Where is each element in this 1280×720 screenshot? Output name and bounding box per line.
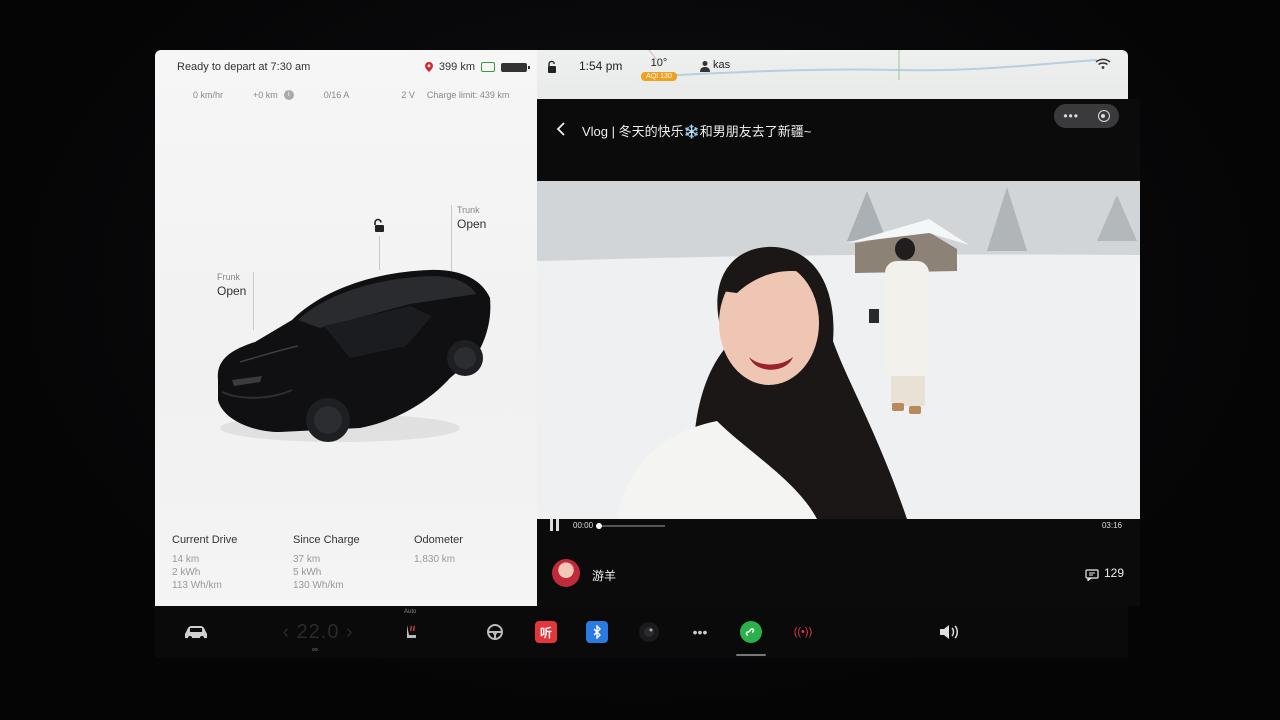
auto-label: Auto <box>404 609 417 615</box>
current-time: 00:00 <box>573 521 594 530</box>
wechat-tile <box>740 621 762 643</box>
more-apps-icon[interactable]: ••• <box>689 622 711 642</box>
trip-distance: 37 km <box>293 554 321 565</box>
app-header: Vlog | 冬天的快乐❄️和男朋友去了新疆~ ••• <box>537 99 1140 181</box>
video-miniprogram: Vlog | 冬天的快乐❄️和男朋友去了新疆~ ••• 00:00 03:16 … <box>537 99 1140 606</box>
trip-odometer[interactable]: Odometer 1,830 km <box>414 528 535 606</box>
author-name[interactable]: 游羊 <box>592 567 616 584</box>
trip-distance: 1,830 km <box>414 554 456 565</box>
trip-energy: 2 kWh <box>172 567 201 578</box>
trip-since-charge[interactable]: Since Charge 37 km 5 kWh 130 Wh/km <box>293 528 414 606</box>
back-arrow-icon[interactable] <box>555 121 567 137</box>
progress-slider[interactable] <box>596 523 665 529</box>
close-miniprogram-icon[interactable] <box>1097 110 1110 122</box>
trunk-label: Trunk <box>457 205 480 215</box>
trip-current-drive[interactable]: Current Drive 14 km 2 kWh 113 Wh/km <box>172 528 293 606</box>
temperature: 10° <box>650 57 668 69</box>
aqi-badge: AQI 130 <box>641 72 677 81</box>
charging-stats: 0 km/hr +0 km i 0/16 A 2 V Charge limit:… <box>155 90 537 106</box>
video-player[interactable] <box>537 181 1140 519</box>
author-row: 游羊 129 <box>537 557 1140 593</box>
user-icon[interactable] <box>699 59 711 72</box>
playback-controls: 00:00 03:16 <box>537 519 1140 531</box>
trip-title: Since Charge <box>293 534 360 546</box>
trip-title: Current Drive <box>172 534 238 546</box>
trip-distance: 14 km <box>172 554 200 565</box>
voltage-stat: 2 V <box>401 90 415 100</box>
trip-efficiency: 130 Wh/km <box>293 580 344 591</box>
bluetooth-icon[interactable] <box>586 621 608 643</box>
trip-efficiency: 113 Wh/km <box>172 580 222 591</box>
bluetooth-tile <box>586 621 608 643</box>
trip-energy: 5 kWh <box>293 567 322 578</box>
driver-profile[interactable]: kas <box>713 59 730 71</box>
active-app-indicator <box>736 654 766 656</box>
fan-icon[interactable]: ∞ <box>312 645 318 654</box>
more-options-icon[interactable]: ••• <box>1063 109 1079 123</box>
battery-range: 399 km <box>438 61 475 73</box>
avatar[interactable] <box>552 559 580 587</box>
camera-icon[interactable] <box>638 622 660 642</box>
speed-stat: 0 km/hr <box>193 90 224 100</box>
miniprogram-capsule: ••• <box>1054 104 1119 128</box>
info-icon[interactable]: i <box>283 90 294 100</box>
video-frame <box>537 181 1140 519</box>
wifi-icon <box>1095 57 1111 69</box>
car-icon[interactable] <box>183 622 209 642</box>
bottom-dock: ‹ 22.0 › ∞ Auto 听 ••• ((•)) <box>155 606 1128 658</box>
car-model-image <box>200 250 500 450</box>
volume-icon[interactable] <box>938 622 960 642</box>
screen: Ready to depart at 7:30 am 399 km 0 km/h… <box>0 0 1280 720</box>
climate-temperature-control[interactable]: ‹ 22.0 › <box>272 621 364 643</box>
clock: 1:54 pm <box>579 59 623 73</box>
battery-icon <box>501 62 530 72</box>
charge-limit-stat[interactable]: Charge limit: 439 km <box>427 90 510 106</box>
comment-icon[interactable] <box>1085 568 1099 582</box>
departure-status[interactable]: Ready to depart at 7:30 am <box>177 61 425 73</box>
comment-count[interactable]: 129 <box>1104 566 1124 580</box>
top-status-bar: 1:54 pm 10° AQI 130 kas <box>537 50 1128 99</box>
charging-icon[interactable] <box>481 62 495 72</box>
steering-wheel-icon[interactable] <box>485 622 505 642</box>
total-time: 03:16 <box>1101 521 1122 530</box>
pause-icon[interactable] <box>550 519 560 531</box>
current-stat: 0/16 A <box>323 90 350 100</box>
radio-icon[interactable]: ((•)) <box>791 622 815 642</box>
ting-tile: 听 <box>535 621 557 643</box>
progress-thumb[interactable] <box>596 523 602 529</box>
weather-widget[interactable]: 10° AQI 130 <box>641 53 677 81</box>
wechat-icon[interactable] <box>740 621 762 643</box>
range-pin-icon <box>424 62 433 72</box>
car-status-panel: Ready to depart at 7:30 am 399 km 0 km/h… <box>155 50 537 606</box>
trunk-callout[interactable]: Trunk Open <box>457 205 486 231</box>
video-title: Vlog | 冬天的快乐❄️和男朋友去了新疆~ <box>582 124 812 139</box>
trunk-open-button[interactable]: Open <box>457 217 486 231</box>
unlock-icon[interactable] <box>371 218 387 234</box>
ting-app-icon[interactable]: 听 <box>535 621 557 643</box>
added-range-stat: +0 km <box>253 90 278 100</box>
status-row: Ready to depart at 7:30 am 399 km <box>155 50 537 84</box>
trip-title: Odometer <box>414 534 463 546</box>
lock-icon[interactable] <box>546 60 558 74</box>
trip-stats: Current Drive 14 km 2 kWh 113 Wh/km Sinc… <box>155 528 537 606</box>
seat-heater-icon[interactable] <box>402 622 420 642</box>
map-background <box>648 50 1098 80</box>
